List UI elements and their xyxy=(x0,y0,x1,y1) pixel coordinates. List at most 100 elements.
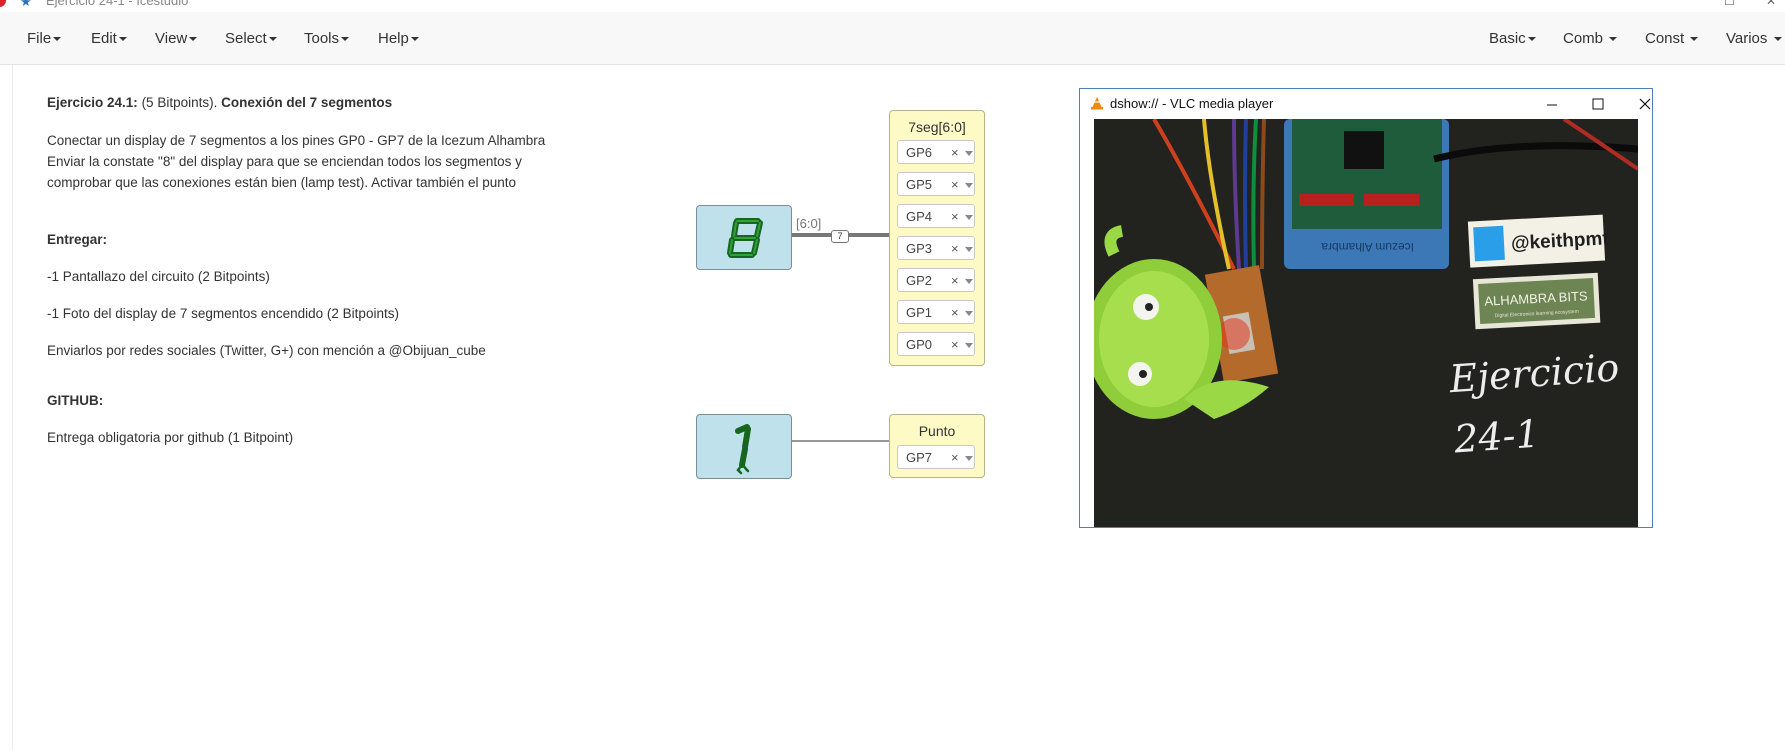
chevron-down-icon[interactable] xyxy=(965,311,973,316)
heading-topic: Conexión del 7 segmentos xyxy=(221,95,393,110)
caret-down-icon xyxy=(268,37,277,42)
menu-varios-label: Varios xyxy=(1726,30,1768,47)
menu-tools[interactable]: Tools xyxy=(304,30,350,47)
caret-down-icon xyxy=(189,37,198,42)
pin-label: GP2 xyxy=(906,273,933,288)
constant-block-8[interactable] xyxy=(696,205,792,270)
pin-label: GP6 xyxy=(906,145,933,160)
entregar-title-text: Entregar: xyxy=(47,232,108,247)
caret-down-icon xyxy=(410,37,419,42)
exercise-heading: Ejercicio 24.1: (5 Bitpoints). Conexión … xyxy=(47,95,392,110)
dot-wire[interactable] xyxy=(790,437,890,445)
clear-icon[interactable]: × xyxy=(951,241,959,256)
menu-select-label: Select xyxy=(225,30,267,47)
menu-const[interactable]: Const xyxy=(1645,30,1699,47)
constant-block-1[interactable] xyxy=(696,414,792,479)
clear-icon[interactable]: × xyxy=(951,273,959,288)
github-title: GITHUB: xyxy=(47,393,103,408)
pin-label: GP3 xyxy=(906,241,933,256)
menu-edit[interactable]: Edit xyxy=(91,30,127,47)
bus-range-label: [6:0] xyxy=(796,216,822,231)
output-block-punto-title: Punto xyxy=(918,423,956,439)
output-block-7seg[interactable]: 7seg[6:0] GP6 × GP5 × GP4 × GP3 × GP2 × GP1 × … xyxy=(889,110,985,366)
pin-select-gp6[interactable]: GP6 × xyxy=(897,140,975,164)
pin-label: GP1 xyxy=(906,305,933,320)
description-line-1: Conectar un display de 7 segmentos a los… xyxy=(47,133,546,148)
deliverable-item-3: Enviarlos por redes sociales (Twitter, G… xyxy=(47,343,486,358)
seven-segment-8-icon xyxy=(727,218,763,258)
pin-label: GP4 xyxy=(906,209,933,224)
clear-icon[interactable]: × xyxy=(951,177,959,192)
pin-select-gp7[interactable]: GP7 × xyxy=(897,445,975,469)
menu-file-label: File xyxy=(27,30,52,47)
menu-view[interactable]: View xyxy=(155,30,198,47)
clear-icon[interactable]: × xyxy=(951,450,959,465)
description-line-2: Enviar la constate "8" del display para … xyxy=(47,154,522,169)
pin-select-gp3[interactable]: GP3 × xyxy=(897,236,975,260)
video-area[interactable]: Icezum Alhambra @keithpmt ALHAMBRA BITS … xyxy=(1094,119,1638,527)
menu-tools-label: Tools xyxy=(304,30,340,47)
seven-segment-1-icon xyxy=(735,424,751,475)
minimize-button[interactable] xyxy=(1537,91,1567,117)
menu-const-label: Const xyxy=(1645,30,1685,47)
entregar-title: Entregar: xyxy=(47,232,107,247)
menu-varios[interactable]: Varios xyxy=(1726,30,1782,47)
maximize-button[interactable] xyxy=(1583,91,1613,117)
github-item: Entrega obligatoria por github (1 Bitpoi… xyxy=(47,430,294,445)
pin-select-gp1[interactable]: GP1 × xyxy=(897,300,975,324)
pin-label: GP7 xyxy=(906,450,933,465)
close-button[interactable] xyxy=(1630,91,1660,117)
menu-view-label: View xyxy=(155,30,188,47)
close-icon xyxy=(1639,98,1651,110)
maximize-icon[interactable]: ☐ xyxy=(1724,0,1735,8)
github-title-text: GITHUB: xyxy=(47,393,104,408)
chevron-down-icon[interactable] xyxy=(965,247,973,252)
menu-comb-label: Comb xyxy=(1563,30,1604,47)
pin-select-gp0[interactable]: GP0 × xyxy=(897,332,975,356)
caret-down-icon xyxy=(1773,37,1782,42)
menu-basic[interactable]: Basic xyxy=(1489,30,1536,47)
pin-select-gp2[interactable]: GP2 × xyxy=(897,268,975,292)
vlc-window-title: dshow:// - VLC media player xyxy=(1110,96,1274,111)
chevron-down-icon[interactable] xyxy=(965,151,973,156)
chevron-down-icon[interactable] xyxy=(965,343,973,348)
caret-down-icon xyxy=(1690,37,1699,42)
menu-edit-label: Edit xyxy=(91,30,117,47)
clear-icon[interactable]: × xyxy=(951,337,959,352)
menu-select[interactable]: Select xyxy=(225,30,277,47)
heading-points: (5 Bitpoints). xyxy=(137,95,222,110)
window-titlebar: ★ Ejercicio 24-1 - Icestudio ☐ ✕ xyxy=(0,0,1785,12)
vlc-window[interactable]: dshow:// - VLC media player Icezum Alham… xyxy=(1079,88,1653,528)
chevron-down-icon[interactable] xyxy=(965,279,973,284)
menu-help[interactable]: Help xyxy=(378,30,419,47)
heading-bold-label: Ejercicio 24.1: xyxy=(47,95,138,110)
deliverable-item-2: -1 Foto del display de 7 segmentos encen… xyxy=(47,306,399,321)
bus-width-badge: 7 xyxy=(831,230,849,243)
output-block-punto[interactable]: Punto GP7 × xyxy=(889,414,985,478)
chevron-down-icon[interactable] xyxy=(965,456,973,461)
menu-comb[interactable]: Comb xyxy=(1563,30,1618,47)
app-close-indicator xyxy=(0,0,6,7)
icestudio-icon: ★ xyxy=(20,0,32,9)
minimize-icon xyxy=(1547,104,1557,106)
caret-down-icon xyxy=(118,37,127,42)
pin-select-gp4[interactable]: GP4 × xyxy=(897,204,975,228)
caret-down-icon xyxy=(341,37,350,42)
menu-help-label: Help xyxy=(378,30,409,47)
clear-icon[interactable]: × xyxy=(951,145,959,160)
caret-down-icon xyxy=(53,37,62,42)
chevron-down-icon[interactable] xyxy=(965,215,973,220)
clear-icon[interactable]: × xyxy=(951,305,959,320)
pin-select-gp5[interactable]: GP5 × xyxy=(897,172,975,196)
board-label: Icezum Alhambra xyxy=(1321,240,1414,254)
chevron-down-icon[interactable] xyxy=(965,183,973,188)
pin-label: GP5 xyxy=(906,177,933,192)
clear-icon[interactable]: × xyxy=(951,209,959,224)
menu-file[interactable]: File xyxy=(27,30,62,47)
deliverable-item-1: -1 Pantallazo del circuito (2 Bitpoints) xyxy=(47,269,270,284)
vlc-cone-icon xyxy=(1091,97,1103,110)
canvas-left-border xyxy=(12,65,13,750)
menu-basic-label: Basic xyxy=(1489,30,1526,47)
close-icon[interactable]: ✕ xyxy=(1766,0,1776,8)
description-line-3: comprobar que las conexiones están bien … xyxy=(47,175,517,190)
